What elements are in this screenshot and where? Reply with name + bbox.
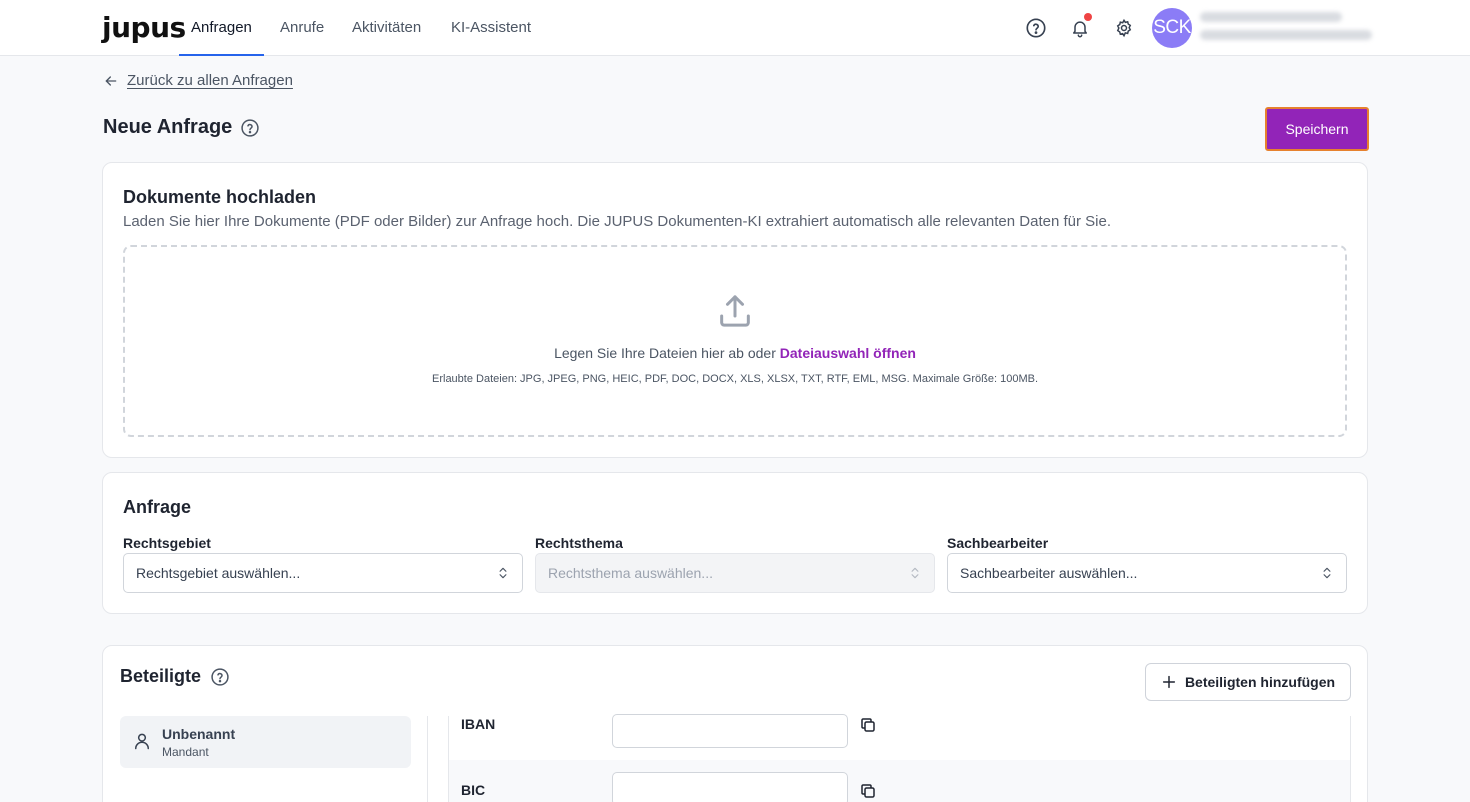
app-logo[interactable]: jupus (102, 9, 186, 47)
add-participant-button[interactable]: Beteiligten hinzufügen (1145, 663, 1351, 701)
upload-title: Dokumente hochladen (123, 187, 317, 207)
participant-details: IBAN BIC (448, 714, 1351, 802)
beteiligte-card: Beteiligte Beteiligten hinzufügen Unbena… (102, 645, 1368, 802)
anfrage-title: Anfrage (123, 497, 192, 517)
chevron-updown-icon (496, 566, 510, 580)
rechtsthema-select[interactable]: Rechtsthema auswählen... (535, 553, 935, 593)
chevron-updown-icon (1320, 566, 1334, 580)
allowed-files-hint: Erlaubte Dateien: JPG, JPEG, PNG, HEIC, … (432, 373, 1038, 385)
detail-row-iban: IBAN (449, 714, 1350, 758)
bell-icon[interactable] (1068, 13, 1092, 40)
plus-icon (1162, 675, 1176, 689)
page-title-text: Neue Anfrage (103, 116, 233, 138)
tab-anfragen[interactable]: Anfragen (179, 0, 264, 56)
avatar[interactable]: SCK (1152, 8, 1192, 48)
bic-field[interactable] (612, 772, 848, 802)
sachbearbeiter-select[interactable]: Sachbearbeiter auswählen... (947, 553, 1347, 593)
divider (427, 716, 428, 802)
file-dropzone[interactable]: Legen Sie Ihre Dateien hier ab oder Date… (123, 245, 1347, 437)
user-icon (132, 730, 152, 757)
top-navigation: jupus Anfragen Anrufe Aktivitäten KI-Ass… (0, 0, 1470, 56)
chevron-updown-icon (908, 566, 922, 580)
rechtsgebiet-placeholder: Rechtsgebiet auswählen... (136, 565, 301, 581)
anfrage-card: Anfrage Rechtsgebiet Rechtsgebiet auswäh… (102, 472, 1368, 614)
beteiligte-title: Beteiligte (120, 666, 230, 687)
back-arrow-icon (103, 73, 119, 89)
add-participant-label: Beteiligten hinzufügen (1184, 674, 1336, 690)
rechtsthema-placeholder: Rechtsthema auswählen... (548, 565, 713, 581)
rechtsthema-label: Rechtsthema (535, 535, 623, 551)
open-file-picker-link[interactable]: Dateiauswahl öffnen (780, 345, 916, 361)
dropzone-text: Legen Sie Ihre Dateien hier ab oder Date… (125, 345, 1345, 361)
iban-label: IBAN (461, 716, 496, 732)
sachbearbeiter-label: Sachbearbeiter (947, 535, 1049, 551)
tab-anrufe[interactable]: Anrufe (280, 0, 324, 56)
tab-aktivitaeten[interactable]: Aktivitäten (352, 0, 421, 56)
beteiligte-title-text: Beteiligte (120, 666, 202, 686)
copy-icon[interactable] (859, 716, 877, 734)
tab-ki-assistent[interactable]: KI-Assistent (451, 0, 531, 56)
back-link-label[interactable]: Zurück zu allen Anfragen (127, 72, 293, 89)
participant-item[interactable]: Unbenannt Mandant (120, 716, 411, 768)
detail-row-bic: BIC (449, 760, 1350, 802)
sachbearbeiter-placeholder: Sachbearbeiter auswählen... (960, 565, 1138, 581)
copy-icon[interactable] (859, 782, 877, 800)
participant-role: Mandant (162, 745, 209, 759)
help-icon[interactable] (1024, 16, 1048, 40)
upload-description: Laden Sie hier Ihre Dokumente (PDF oder … (123, 213, 1111, 230)
upload-icon (715, 291, 755, 336)
rechtsgebiet-select[interactable]: Rechtsgebiet auswählen... (123, 553, 523, 593)
user-info-redacted[interactable] (1200, 12, 1372, 48)
back-link[interactable]: Zurück zu allen Anfragen (103, 72, 293, 89)
help-icon[interactable] (210, 667, 230, 687)
save-button[interactable]: Speichern (1265, 107, 1369, 151)
rechtsgebiet-label: Rechtsgebiet (123, 535, 211, 551)
bic-label: BIC (461, 782, 486, 798)
dropzone-label: Legen Sie Ihre Dateien hier ab oder (554, 345, 776, 361)
help-icon[interactable] (240, 118, 260, 138)
iban-field[interactable] (612, 714, 848, 748)
gear-icon[interactable] (1112, 16, 1136, 40)
upload-card: Dokumente hochladen Laden Sie hier Ihre … (102, 162, 1368, 458)
page-title: Neue Anfrage (103, 116, 260, 139)
notification-dot (1084, 13, 1092, 21)
participant-name: Unbenannt (162, 726, 236, 742)
